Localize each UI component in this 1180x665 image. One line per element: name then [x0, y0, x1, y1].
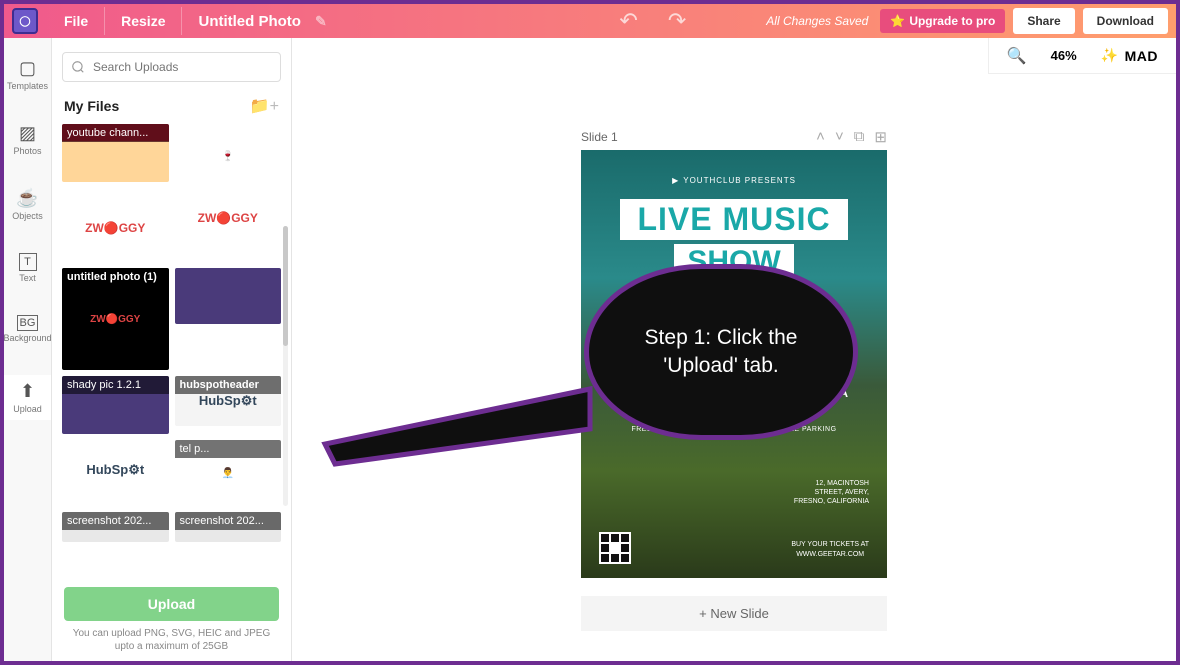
- file-item[interactable]: 🍷: [175, 124, 282, 188]
- sidebar: ▢ Templates ▨ Photos ☕ Objects T Text BG…: [4, 38, 52, 661]
- sidebar-item-upload[interactable]: ⬆ Upload: [4, 375, 51, 420]
- sidebar-label: Text: [19, 273, 36, 283]
- canvas-area: 🔍 46% ✨MAD Slide 1 ˄ ˅ ⧉ ⊞ ▶YOUTHCLUB PR…: [292, 38, 1176, 661]
- doc-title[interactable]: Untitled Photo: [198, 13, 300, 30]
- sidebar-label: Objects: [12, 211, 43, 221]
- redo-icon[interactable]: ↷: [668, 8, 686, 34]
- file-item[interactable]: screenshot 202...: [175, 512, 282, 542]
- zoom-value[interactable]: 46%: [1051, 48, 1077, 63]
- sidebar-item-background[interactable]: BG Background: [4, 309, 51, 349]
- file-label: hubspotheader: [175, 376, 282, 394]
- star-icon: ⭐: [890, 14, 905, 28]
- file-label: tel p...: [175, 440, 282, 458]
- add-slide-icon[interactable]: ⊞: [874, 128, 887, 146]
- scrollbar[interactable]: [283, 226, 288, 506]
- file-item[interactable]: tel p...👨‍💼: [175, 440, 282, 506]
- sidebar-item-templates[interactable]: ▢ Templates: [4, 52, 51, 97]
- upgrade-label: Upgrade to pro: [909, 14, 995, 28]
- text-icon: T: [19, 253, 37, 271]
- download-button[interactable]: Download: [1083, 8, 1168, 34]
- qr-code: [599, 532, 631, 564]
- file-item[interactable]: shady pic 1.2.1: [62, 376, 169, 434]
- edit-title-icon[interactable]: ✎: [315, 13, 327, 30]
- file-label: screenshot 202...: [62, 512, 169, 530]
- sidebar-item-text[interactable]: T Text: [4, 247, 51, 289]
- file-item[interactable]: ZW🔴GGY: [175, 194, 282, 242]
- file-label: youtube chann...: [62, 124, 169, 142]
- wand-icon: ✨: [1101, 47, 1119, 64]
- sidebar-item-photos[interactable]: ▨ Photos: [4, 117, 51, 162]
- sidebar-label: Background: [4, 333, 52, 343]
- add-folder-icon[interactable]: 📁+: [250, 96, 279, 116]
- panel-heading: My Files: [64, 98, 119, 114]
- callout-tail: [320, 369, 620, 489]
- templates-icon: ▢: [19, 58, 36, 79]
- file-label: screenshot 202...: [175, 512, 282, 530]
- file-item[interactable]: screenshot 202...: [62, 512, 169, 542]
- topbar: ◯ File Resize Untitled Photo ✎ ↶ ↷ All C…: [4, 4, 1176, 38]
- menu-file[interactable]: File: [48, 7, 105, 35]
- sidebar-label: Templates: [7, 81, 48, 91]
- tickets: BUY YOUR TICKETS ATWWW.GEETAR.COM: [791, 540, 869, 560]
- undo-icon[interactable]: ↶: [619, 8, 637, 34]
- uploads-panel: My Files 📁+ youtube chann... 🍷 ZW🔴GGY ZW…: [52, 38, 292, 661]
- doc-title-wrap: Untitled Photo ✎: [182, 13, 619, 30]
- undo-redo-group: ↶ ↷: [619, 8, 766, 34]
- file-item[interactable]: youtube chann...: [62, 124, 169, 182]
- menu-resize[interactable]: Resize: [105, 7, 182, 35]
- new-slide-button[interactable]: + New Slide: [581, 596, 887, 631]
- file-item[interactable]: ZW🔴GGY: [62, 194, 169, 262]
- sidebar-label: Photos: [13, 146, 41, 156]
- copy-slide-icon[interactable]: ⧉: [854, 128, 865, 146]
- share-button[interactable]: Share: [1013, 8, 1074, 34]
- app-logo[interactable]: ◯: [12, 8, 38, 34]
- photos-icon: ▨: [19, 123, 36, 144]
- background-icon: BG: [17, 315, 39, 331]
- sidebar-label: Upload: [13, 404, 42, 414]
- slide-header: Slide 1 ˄ ˅ ⧉ ⊞: [581, 128, 887, 146]
- slide-label: Slide 1: [581, 130, 618, 144]
- save-status: All Changes Saved: [766, 14, 868, 28]
- file-item[interactable]: untitled photo (1)ZW🔴GGY: [62, 268, 169, 370]
- upload-icon: ⬆: [20, 381, 35, 402]
- objects-icon: ☕: [16, 188, 38, 209]
- zoom-bar: 🔍 46% ✨MAD: [988, 38, 1176, 74]
- search-input[interactable]: [62, 52, 281, 82]
- zoom-icon[interactable]: 🔍: [1007, 46, 1027, 66]
- file-item[interactable]: hubspotheaderHubSp⚙t: [175, 376, 282, 426]
- upload-button[interactable]: Upload: [64, 587, 279, 621]
- sidebar-item-objects[interactable]: ☕ Objects: [4, 182, 51, 227]
- callout: Step 1: Click the 'Upload' tab.: [584, 264, 858, 440]
- upload-hint: You can upload PNG, SVG, HEIC and JPEG u…: [52, 627, 291, 661]
- upgrade-button[interactable]: ⭐ Upgrade to pro: [880, 9, 1005, 33]
- brand-mad[interactable]: ✨MAD: [1101, 47, 1158, 64]
- callout-bubble: Step 1: Click the 'Upload' tab.: [584, 264, 858, 440]
- slide-down-icon[interactable]: ˅: [835, 128, 844, 146]
- file-label: shady pic 1.2.1: [62, 376, 169, 394]
- file-item[interactable]: HubSp⚙t: [62, 440, 169, 500]
- file-grid: youtube chann... 🍷 ZW🔴GGY ZW🔴GGY untitle…: [52, 124, 291, 583]
- slide-presents: ▶YOUTHCLUB PRESENTS: [581, 176, 887, 185]
- slide-up-icon[interactable]: ˄: [816, 128, 825, 146]
- address: 12, MACINTOSHSTREET, AVERY,FRESNO, CALIF…: [794, 479, 869, 506]
- file-label: untitled photo (1): [62, 268, 169, 286]
- file-item[interactable]: [175, 268, 282, 324]
- slide-title1: LIVE MUSIC: [620, 199, 848, 240]
